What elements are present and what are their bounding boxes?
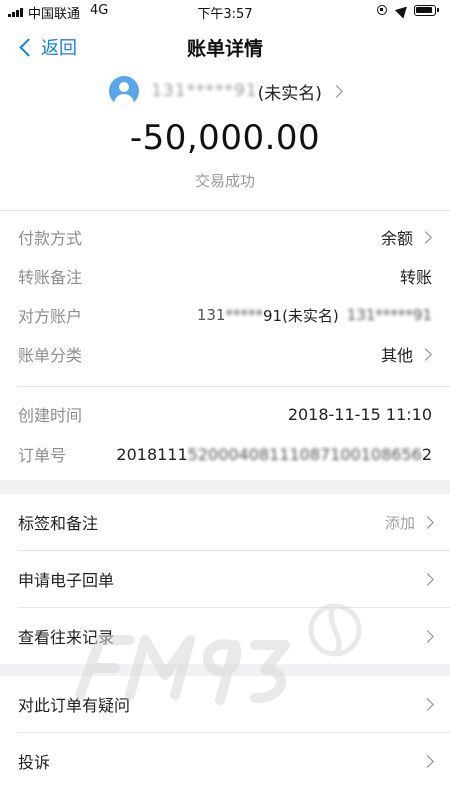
status-bar: 中国联通 4G 下午3:57 bbox=[0, 0, 450, 22]
order-question-button[interactable]: 对此订单有疑问 bbox=[0, 676, 450, 732]
action-label: 对此订单有疑问 bbox=[18, 696, 131, 715]
chevron-right-icon bbox=[421, 754, 434, 768]
transaction-status: 交易成功 bbox=[194, 172, 255, 190]
bill-detail-screen: 中国联通 4G 下午3:57 返回 账单详情 131*****91 (未实名) … bbox=[0, 0, 450, 800]
tags-and-notes-button[interactable]: 标签和备注 添加 bbox=[0, 494, 450, 550]
action-right bbox=[415, 697, 434, 711]
detail-row-transfer-note: 转账备注 转账 bbox=[0, 258, 450, 294]
detail-value: 其他 bbox=[381, 342, 432, 366]
chevron-right-icon bbox=[421, 572, 434, 586]
detail-value: 余额 bbox=[381, 225, 432, 249]
detail-row-created-time: 创建时间 2018-11-15 11:10 bbox=[0, 396, 450, 432]
action-group-2: 对此订单有疑问 投诉 bbox=[0, 676, 450, 800]
transaction-amount: -50,000.00 bbox=[129, 118, 321, 158]
detail-value: 转账 bbox=[399, 268, 432, 287]
transaction-summary: 131*****91 (未实名) -50,000.00 交易成功 bbox=[0, 72, 450, 210]
page-title: 账单详情 bbox=[186, 38, 263, 60]
chevron-right-icon bbox=[421, 515, 434, 529]
detail-row-order-number: 订单号 2018111 52000408111087100108656 2 bbox=[0, 436, 450, 472]
order-number-value: 2018111 52000408111087100108656 2 bbox=[116, 444, 432, 464]
chevron-right-icon bbox=[421, 697, 434, 711]
detail-label: 对方账户 bbox=[18, 307, 83, 326]
detail-value: 2018-11-15 11:10 bbox=[287, 404, 432, 424]
action-label: 查看往来记录 bbox=[18, 628, 115, 647]
chevron-right-icon bbox=[419, 347, 432, 361]
payee-row[interactable]: 131*****91 (未实名) bbox=[0, 76, 450, 106]
request-e-receipt-button[interactable]: 申请电子回单 bbox=[0, 551, 450, 607]
detail-row-bill-category[interactable]: 账单分类 其他 bbox=[0, 336, 450, 372]
nav-bar: 返回 账单详情 bbox=[0, 22, 450, 72]
action-right: 添加 bbox=[385, 512, 434, 533]
action-label: 申请电子回单 bbox=[18, 571, 115, 590]
avatar bbox=[109, 76, 140, 106]
detail-label: 创建时间 bbox=[18, 406, 83, 425]
chevron-right-icon bbox=[330, 84, 343, 98]
action-right bbox=[415, 629, 434, 643]
detail-row-counterparty-account: 对方账户 131 ***** 91(未实名) 131*****91 bbox=[0, 297, 450, 333]
detail-label: 付款方式 bbox=[18, 229, 83, 248]
payee-realname-status: (未实名) bbox=[257, 83, 322, 104]
battery-icon bbox=[414, 5, 439, 16]
action-right bbox=[415, 572, 434, 586]
action-label: 标签和备注 bbox=[18, 514, 99, 533]
detail-label: 订单号 bbox=[18, 446, 67, 465]
rotation-lock-icon bbox=[377, 5, 387, 15]
detail-row-payment-method[interactable]: 付款方式 余额 bbox=[0, 219, 450, 255]
divider bbox=[0, 210, 450, 211]
complaint-button[interactable]: 投诉 bbox=[0, 733, 450, 789]
detail-label: 账单分类 bbox=[18, 346, 83, 365]
action-label: 投诉 bbox=[18, 753, 51, 772]
payee-account: 131*****91 bbox=[151, 81, 258, 101]
chevron-right-icon bbox=[419, 230, 432, 244]
action-group-1: 标签和备注 添加 申请电子回单 查看往来记录 bbox=[0, 494, 450, 664]
divider bbox=[18, 386, 450, 387]
transaction-details: 付款方式 余额 转账备注 转账 对方账户 131 ***** 91(未实名) 1… bbox=[0, 210, 450, 480]
detail-label: 转账备注 bbox=[18, 268, 83, 287]
chevron-right-icon bbox=[421, 629, 434, 643]
action-right bbox=[415, 754, 434, 768]
detail-value: 131 ***** 91(未实名) 131*****91 bbox=[196, 306, 432, 325]
view-history-button[interactable]: 查看往来记录 bbox=[0, 608, 450, 664]
